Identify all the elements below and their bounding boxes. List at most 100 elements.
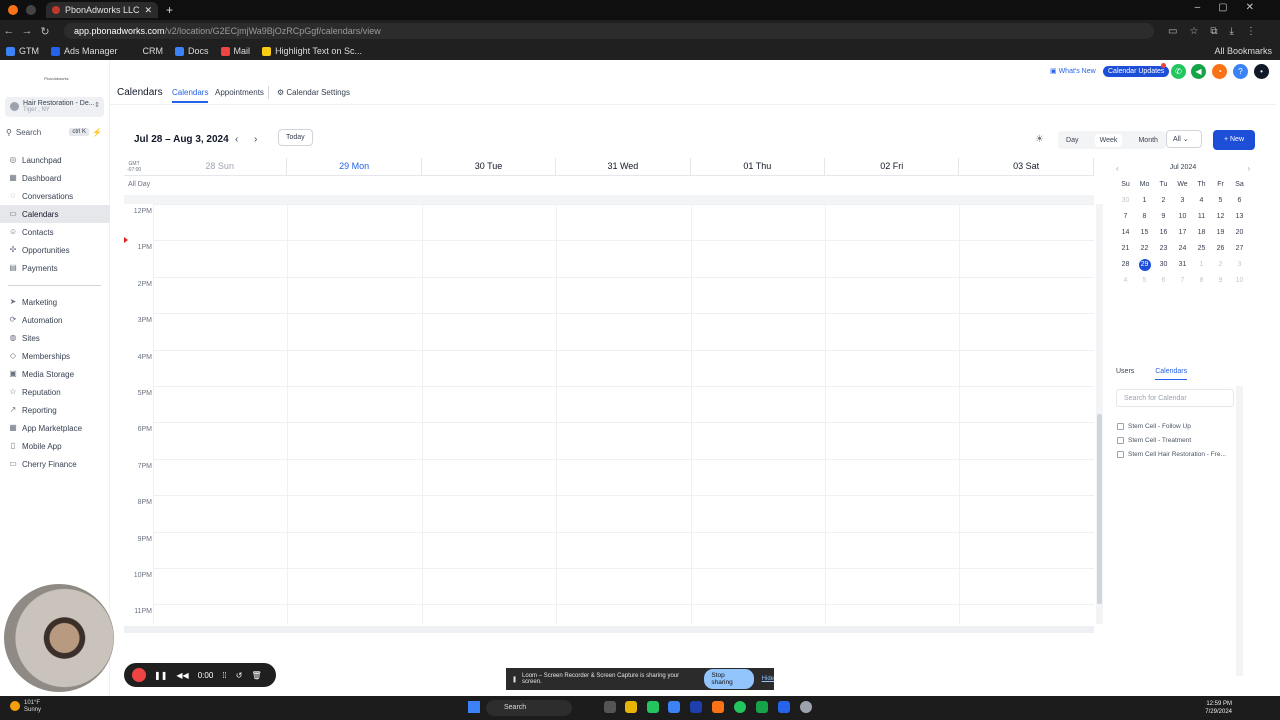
hour-row[interactable] [153, 568, 1094, 604]
spotify-icon[interactable] [734, 701, 746, 713]
rewind-icon[interactable]: ◀◀ [176, 671, 188, 680]
mini-day[interactable]: 6 [1230, 193, 1249, 209]
zoom-icon[interactable] [778, 701, 790, 713]
mini-day[interactable]: 13 [1230, 209, 1249, 225]
windows-start-icon[interactable] [468, 701, 480, 713]
browser-tab[interactable]: PbonAdworks LLC ✕ [46, 2, 158, 18]
weather-widget[interactable]: 101°F Sunny [10, 700, 41, 714]
mini-day[interactable]: 4 [1192, 193, 1211, 209]
bookmark-gtm[interactable]: GTM [6, 46, 39, 56]
bookmark-mail[interactable]: Mail [220, 46, 250, 56]
sidebar-item-dashboard[interactable]: ▦ Dashboard [0, 169, 110, 187]
sidebar-item-marketing[interactable]: ➤ Marketing [0, 293, 110, 311]
help-icon[interactable]: ? [1233, 64, 1248, 79]
sidebar-item-payments[interactable]: ▤ Payments [0, 259, 110, 277]
profile-icon[interactable] [8, 5, 18, 15]
mini-day[interactable]: 6 [1154, 273, 1173, 289]
tab-users[interactable]: Users [1116, 368, 1134, 375]
mini-day[interactable]: 5 [1211, 193, 1230, 209]
restart-icon[interactable]: ↺ [236, 671, 243, 680]
whats-new-link[interactable]: ▣ What's New [1050, 67, 1096, 75]
chevron-right-icon[interactable]: › [254, 134, 257, 145]
hour-row[interactable] [153, 458, 1094, 495]
view-month[interactable]: Month [1138, 137, 1157, 144]
chevron-left-icon[interactable]: ‹ [235, 134, 238, 145]
mini-day[interactable]: 25 [1192, 241, 1211, 257]
mini-day[interactable]: 11 [1192, 209, 1211, 225]
mini-day[interactable]: 7 [1173, 273, 1192, 289]
calendar-checkbox-item[interactable]: Stem Cell Hair Restoration - Fre... [1117, 451, 1226, 458]
day-header[interactable]: 28 Sun [153, 158, 288, 175]
mini-day[interactable]: 18 [1192, 225, 1211, 241]
day-header[interactable]: 30 Tue [422, 158, 557, 175]
tab-right-calendars[interactable]: Calendars [1155, 368, 1188, 380]
mini-day[interactable]: 26 [1211, 241, 1230, 257]
scroll-thumb[interactable] [1097, 414, 1102, 604]
calendar-search-input[interactable]: Search for Calendar [1116, 389, 1234, 407]
bolt-icon[interactable]: ⚡ [92, 128, 102, 137]
sidebar-item-launchpad[interactable]: ◎ Launchpad [0, 151, 110, 169]
hour-row[interactable] [153, 204, 1094, 240]
mini-day[interactable]: 9 [1154, 209, 1173, 225]
tab-appointments[interactable]: Appointments [215, 88, 264, 97]
tab-calendar-settings[interactable]: ⚙ Calendar Settings [277, 88, 350, 97]
tab-search-icon[interactable] [26, 5, 36, 15]
mini-day[interactable]: 8 [1135, 209, 1154, 225]
day-header[interactable]: 02 Fri [825, 158, 960, 175]
bottom-scrollbar[interactable] [124, 626, 1094, 633]
megaphone-icon[interactable]: ◀ [1191, 64, 1206, 79]
mini-day[interactable]: 3 [1173, 193, 1192, 209]
view-week[interactable]: Week [1094, 133, 1123, 147]
sidebar-item-contacts[interactable]: ☺ Contacts [0, 223, 110, 241]
mini-day[interactable]: 5 [1135, 273, 1154, 289]
mini-day[interactable]: 20 [1230, 225, 1249, 241]
mini-day[interactable]: 16 [1154, 225, 1173, 241]
lightbulb-icon[interactable]: ☀ [1035, 134, 1044, 145]
sidebar-item-memberships[interactable]: ◇ Memberships [0, 347, 110, 365]
brave-icon[interactable] [712, 701, 724, 713]
sidebar-item-cherry-finance[interactable]: ▭ Cherry Finance [0, 455, 110, 473]
mini-day[interactable]: 29 [1135, 257, 1154, 273]
right-scrollbar[interactable] [1236, 386, 1243, 676]
stop-sharing-button[interactable]: Stop sharing [704, 669, 754, 689]
day-header[interactable]: 29 Mon [287, 158, 422, 175]
mini-day[interactable]: 9 [1211, 273, 1230, 289]
hour-row[interactable] [153, 531, 1094, 568]
mini-day[interactable]: 19 [1211, 225, 1230, 241]
mini-day[interactable]: 21 [1116, 241, 1135, 257]
sidebar-item-opportunities[interactable]: ✣ Opportunities [0, 241, 110, 259]
settings-icon[interactable] [800, 701, 812, 713]
close-tab-icon[interactable]: ✕ [144, 5, 152, 16]
new-button[interactable]: + New [1213, 130, 1255, 150]
bitwarden-icon[interactable] [690, 701, 702, 713]
all-day-row[interactable]: All Day [124, 175, 1094, 195]
mini-day[interactable]: 28 [1116, 257, 1135, 273]
hour-row[interactable] [153, 422, 1094, 458]
new-tab-icon[interactable]: + [166, 3, 173, 17]
system-clock[interactable]: 12:59 PM 7/29/2024 [1205, 700, 1232, 716]
mini-day[interactable]: 23 [1154, 241, 1173, 257]
sidebar-item-sites[interactable]: ◍ Sites [0, 329, 110, 347]
mini-next-icon[interactable]: › [1247, 164, 1250, 173]
mini-day[interactable]: 4 [1116, 273, 1135, 289]
phone-icon[interactable]: ✆ [1171, 64, 1186, 79]
all-bookmarks[interactable]: All Bookmarks [1214, 46, 1272, 56]
mini-day[interactable]: 17 [1173, 225, 1192, 241]
calendar-checkbox-item[interactable]: Stem Cell - Follow Up [1117, 423, 1191, 430]
vertical-scrollbar[interactable] [1096, 204, 1103, 624]
browser-actions[interactable]: ▭☆⧉⤓⋮ [1168, 26, 1268, 37]
mini-day[interactable]: 22 [1135, 241, 1154, 257]
hour-row[interactable] [153, 495, 1094, 531]
hour-row[interactable] [153, 313, 1094, 349]
checkbox[interactable] [1117, 423, 1124, 430]
day-header[interactable]: 31 Wed [556, 158, 691, 175]
task-view-icon[interactable] [604, 701, 616, 713]
store-icon[interactable] [668, 701, 680, 713]
webcam-bubble[interactable] [4, 584, 114, 692]
horizontal-scrollbar[interactable] [124, 195, 1094, 204]
mini-day[interactable]: 3 [1230, 257, 1249, 273]
bookmark-crm[interactable]: CRM [129, 46, 163, 56]
hour-row[interactable] [153, 276, 1094, 313]
bookmark-ads-manager[interactable]: Ads Manager [51, 46, 118, 56]
bell-icon[interactable]: ◔ [1212, 64, 1227, 79]
